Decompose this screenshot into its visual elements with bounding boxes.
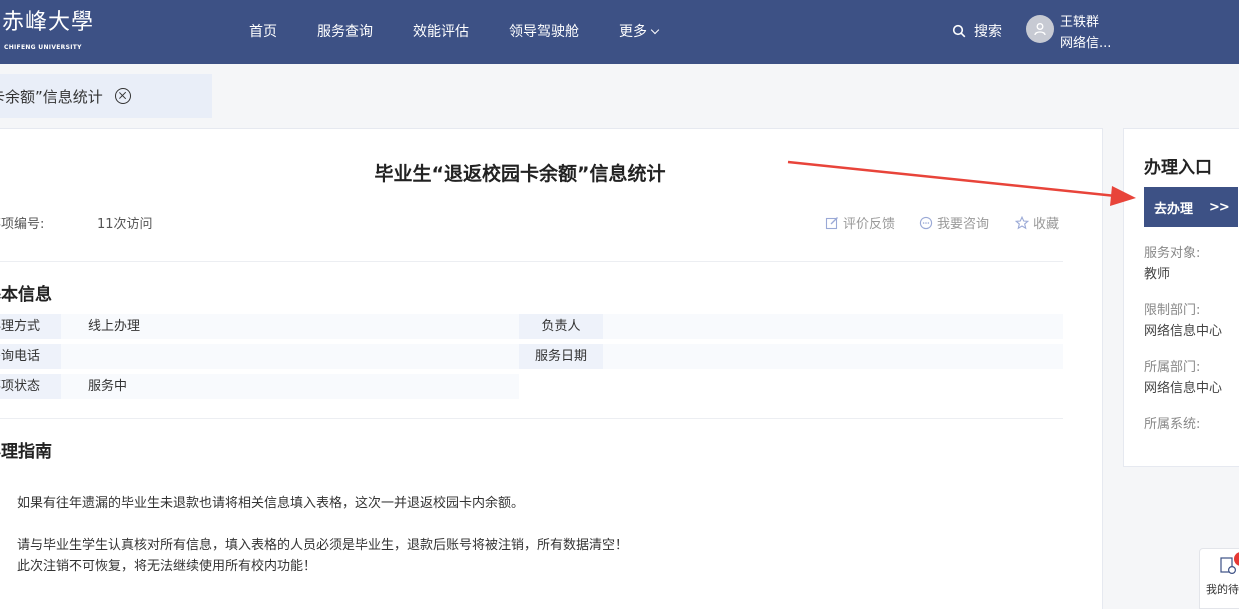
basic-info-title: 基本信息	[0, 285, 52, 305]
double-chevron-right-icon: >>	[1209, 199, 1230, 215]
todo-label: 我的待	[1206, 583, 1239, 596]
close-icon[interactable]	[114, 88, 131, 104]
consult-button[interactable]: 我要咨询	[919, 213, 989, 232]
guide-paragraph: 此次注销不可恢复，将无法继续使用所有校内功能！	[17, 559, 317, 574]
go-handle-button[interactable]: 去办理 >>	[1144, 187, 1238, 227]
favorite-button[interactable]: 收藏	[1015, 213, 1059, 232]
feedback-button[interactable]: 评价反馈	[825, 213, 895, 232]
guide-title: 办理指南	[0, 442, 52, 462]
info-label-status: 事项状态	[0, 374, 61, 399]
owning-system-label: 所属系统:	[1144, 417, 1201, 432]
info-value-phone	[61, 344, 519, 369]
restricted-dept-label: 限制部门:	[1144, 303, 1201, 318]
nav-home[interactable]: 首页	[249, 21, 277, 41]
info-value-owner	[603, 314, 1063, 339]
service-target-value: 教师	[1144, 267, 1171, 282]
consult-label: 我要咨询	[937, 217, 990, 232]
user-department: 网络信...	[1060, 36, 1112, 51]
nav-leader-cockpit[interactable]: 领导驾驶舱	[509, 21, 579, 41]
service-target-label: 服务对象:	[1144, 246, 1201, 261]
avatar[interactable]	[1026, 15, 1054, 43]
favorite-label: 收藏	[1033, 217, 1060, 232]
page-title: 毕业生“退返校园卡余额”信息统计	[374, 163, 666, 185]
handling-entry-title: 办理入口	[1144, 158, 1212, 178]
info-value-status: 服务中	[61, 374, 519, 399]
nav-service-query[interactable]: 服务查询	[317, 21, 373, 41]
search-button[interactable]: 搜索	[952, 21, 1002, 41]
guide-paragraph: 如果有往年遗漏的毕业生未退款也请将相关信息填入表格，这次一并退返校园卡内余额。	[17, 496, 525, 511]
main-panel: 毕业生“退返校园卡余额”信息统计 事项编号: 11次访问 评价反馈 我要咨询 收…	[0, 128, 1103, 609]
handling-entry-panel: 办理入口 去办理 >> 服务对象: 教师 限制部门: 网络信息中心 所属部门: …	[1123, 128, 1239, 467]
nav-efficiency[interactable]: 效能评估	[413, 21, 469, 41]
nav-more-label: 更多	[619, 24, 647, 40]
info-value-method: 线上办理	[61, 314, 519, 339]
nav-more[interactable]: 更多	[619, 21, 660, 41]
info-value-service-date	[603, 344, 1063, 369]
divider	[0, 261, 1063, 262]
feedback-label: 评价反馈	[843, 217, 896, 232]
item-code-label: 事项编号:	[0, 217, 45, 232]
search-icon	[952, 24, 966, 38]
tab-service-item[interactable]: 卡余额”信息统计	[0, 74, 212, 118]
tab-label: 卡余额”信息统计	[0, 87, 103, 106]
info-label-phone: 咨询电话	[0, 344, 61, 369]
search-label: 搜索	[974, 24, 1002, 40]
logo-glyphs: 赤峰大學	[2, 10, 95, 35]
edit-icon	[825, 216, 838, 229]
go-handle-label: 去办理	[1154, 201, 1194, 217]
university-logo[interactable]: 赤峰大學 CHIFENG UNIVERSITY	[0, 2, 96, 58]
visit-count: 11次访问	[97, 217, 153, 232]
info-label-owner: 负责人	[519, 314, 603, 339]
divider	[0, 418, 1063, 419]
chevron-down-icon	[650, 25, 660, 35]
star-icon	[1015, 215, 1029, 229]
info-label-service-date: 服务日期	[519, 344, 603, 369]
guide-paragraph: 请与毕业生学生认真核对所有信息，填入表格的人员必须是毕业生，退款后账号将被注销，…	[17, 538, 629, 553]
restricted-dept-value: 网络信息中心	[1144, 324, 1223, 339]
owning-dept-label: 所属部门:	[1144, 360, 1201, 375]
user-icon	[1034, 23, 1046, 36]
logo-subtitle: CHIFENG UNIVERSITY	[4, 44, 82, 51]
todo-float-widget[interactable]: 我的待	[1199, 548, 1239, 609]
info-label-method: 办理方式	[0, 314, 61, 339]
owning-dept-value: 网络信息中心	[1144, 381, 1223, 396]
top-header: 赤峰大學 CHIFENG UNIVERSITY 首页 服务查询 效能评估 领导驾…	[0, 0, 1239, 64]
chat-icon	[919, 216, 933, 229]
user-name[interactable]: 王轶群	[1060, 11, 1099, 30]
